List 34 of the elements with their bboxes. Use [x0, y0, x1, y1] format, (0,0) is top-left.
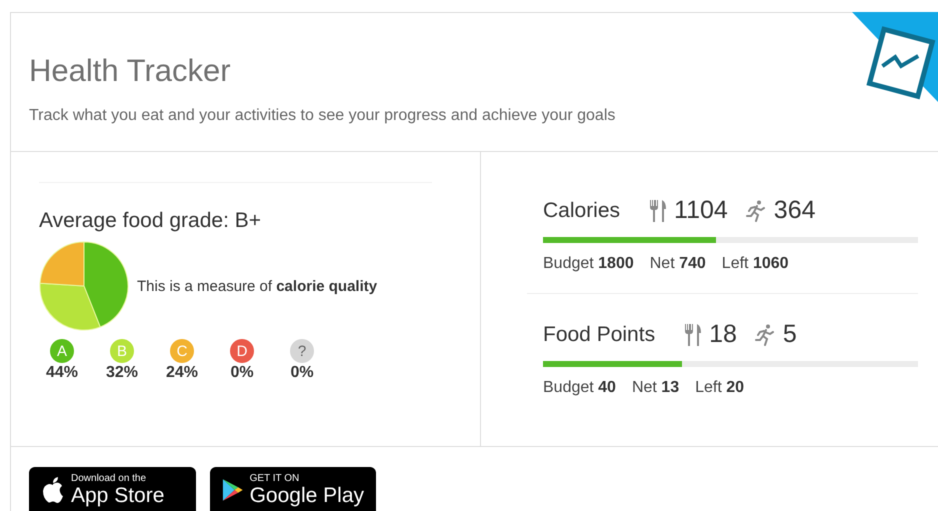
eaten-value: 18 [709, 320, 737, 349]
grade-dot: A [50, 339, 74, 363]
grade-percent: 32% [106, 364, 138, 382]
metric-stat: Left 20 [695, 379, 744, 397]
metric-stat: Net 740 [650, 255, 706, 273]
burned-value: 364 [774, 196, 816, 225]
apple-logo-icon [41, 476, 65, 504]
store-badge[interactable]: GET IT ON Google Play [210, 467, 376, 511]
eaten-value: 1104 [674, 196, 728, 225]
page-subtitle: Track what you eat and your activities to see your progress and achieve your goals [29, 107, 616, 125]
page-title: Health Tracker [29, 53, 231, 89]
running-person-icon [752, 322, 777, 346]
grade-percent: 44% [46, 364, 78, 382]
grade-percent: 0% [230, 364, 254, 382]
grade-dot: ? [290, 339, 314, 363]
grade-dot: B [110, 339, 134, 363]
metric-stat: Net 13 [632, 379, 680, 397]
grade-percent: 0% [290, 364, 314, 382]
grade-dot: D [230, 339, 254, 363]
metric-stat: Budget 1800 [543, 255, 634, 273]
food-grade-title: Average food grade: B+ [39, 209, 262, 233]
metric-stat: Budget 40 [543, 379, 616, 397]
store-badge[interactable]: Download on the App Store [29, 467, 196, 511]
burned-value: 5 [782, 320, 797, 349]
metric-stat: Left 1060 [722, 255, 789, 273]
running-person-icon [744, 198, 768, 222]
pie-caption: This is a measure of calorie quality [137, 278, 378, 294]
fork-knife-icon [683, 322, 704, 346]
play-triangle-icon [222, 476, 244, 502]
metric-title: Calories [543, 198, 620, 222]
fork-knife-icon [648, 198, 668, 222]
metric-title: Food Points [543, 322, 656, 346]
grade-percent: 24% [166, 364, 198, 382]
grade-dot: C [170, 339, 194, 363]
